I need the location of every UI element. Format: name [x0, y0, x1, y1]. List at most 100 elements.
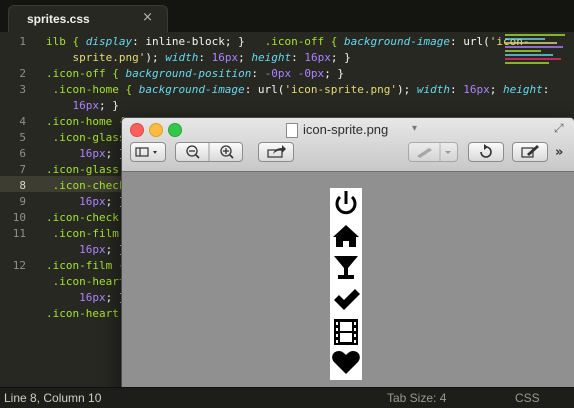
code-token: 16px: [304, 51, 331, 64]
line-number: 4: [19, 115, 26, 128]
code-token: );: [145, 51, 166, 64]
code-token: :: [450, 83, 464, 96]
view-mode-button[interactable]: [130, 142, 166, 162]
code-token: .icon-film {: [46, 259, 126, 272]
minimize-button[interactable]: [149, 123, 163, 137]
code-token: sprite.png': [46, 51, 146, 64]
code-token: 16px: [46, 243, 106, 256]
share-button[interactable]: [258, 142, 294, 162]
line-number: 9: [19, 195, 26, 208]
code-token: .icon-film {: [46, 227, 133, 240]
annotate-icon: [417, 143, 451, 161]
line-number: 1: [19, 35, 26, 48]
code-token: : url(: [450, 35, 490, 48]
code-line: 16px; }: [46, 242, 125, 258]
code-token: 'icon-sprite.png': [284, 83, 398, 96]
line-number: 7: [19, 163, 26, 176]
code-line: .icon-glass {: [46, 162, 132, 178]
line-number: 11: [12, 227, 26, 240]
minimap-line: [505, 42, 557, 44]
minimap-line: [505, 38, 545, 40]
code-token: ;: [238, 51, 252, 64]
code-token: .icon-off {: [257, 35, 345, 48]
tab-sprites-css[interactable]: sprites.css ×: [8, 5, 168, 32]
code-line: sprite.png'); width: 16px; height: 16px;…: [46, 50, 351, 66]
tab-size-indicator[interactable]: Tab Size: 4: [387, 391, 446, 405]
toolbar-overflow-icon[interactable]: »: [555, 145, 563, 160]
code-token: width: [165, 51, 199, 64]
code-token: 16px: [463, 83, 490, 96]
code-token: ; }: [330, 51, 351, 64]
zoom-button[interactable]: [168, 123, 182, 137]
code-token: .icon-heart {: [46, 307, 133, 320]
line-number: 10: [12, 211, 26, 224]
code-line: 16px; }: [46, 290, 125, 306]
markup-button[interactable]: [408, 142, 458, 162]
zoom-icons: [186, 143, 234, 161]
edit-button[interactable]: [512, 142, 548, 162]
glass-icon: [334, 256, 358, 279]
rotate-button[interactable]: [468, 142, 504, 162]
line-number: 5: [19, 131, 26, 144]
status-bar: Line 8, Column 10 Tab Size: 4 CSS: [0, 387, 574, 408]
code-token: inline-block; }: [145, 35, 258, 48]
code-line: .icon-heart {: [46, 306, 132, 322]
sidebar-view-icon: [135, 147, 157, 157]
syntax-indicator[interactable]: CSS: [515, 391, 540, 405]
home-icon: [333, 225, 359, 247]
code-token: background-image: [344, 35, 451, 48]
minimap-line: [505, 54, 553, 56]
line-number-gutter: 1 2 3 4 5 6 7 8 9 10 11 12: [0, 32, 40, 387]
code-token: 16px: [46, 99, 99, 112]
code-token: );: [397, 83, 417, 96]
minimap-line: [505, 58, 561, 60]
code-token: ; }: [324, 67, 345, 80]
code-token: width: [416, 83, 451, 96]
zoom-controls[interactable]: [175, 142, 243, 162]
code-line: 16px; }: [46, 146, 125, 162]
close-button[interactable]: [130, 123, 144, 137]
code-token: :: [198, 51, 212, 64]
rotate-icon: [480, 144, 492, 158]
code-token: ; }: [98, 99, 119, 112]
code-token: :: [291, 51, 305, 64]
code-token: .icon-glass {: [46, 163, 133, 176]
heart-icon: [332, 351, 360, 374]
fullscreen-icon[interactable]: ⤢: [554, 121, 564, 136]
minimap-line: [505, 62, 549, 64]
line-number-current: 8: [19, 179, 26, 192]
code-line: .icon-off { background-position: -0px -0…: [46, 66, 344, 82]
code-line: .icon-film {: [46, 258, 125, 274]
code-line: 16px; }: [46, 98, 119, 114]
window-title: icon-sprite.png: [303, 122, 389, 137]
code-line: .icon-home { background-image: url('icon…: [46, 82, 550, 98]
preview-window[interactable]: icon-sprite.png ▾ ⤢ »: [121, 117, 574, 397]
code-token: : url(: [244, 83, 285, 96]
minimap[interactable]: [505, 34, 569, 94]
edit-pencil-icon: [521, 145, 539, 158]
line-number: 6: [19, 147, 26, 160]
minimap-line: [505, 50, 541, 52]
preview-titlebar[interactable]: icon-sprite.png ▾ ⤢ »: [122, 118, 574, 172]
close-icon[interactable]: ×: [142, 10, 153, 25]
code-token: 16px: [46, 195, 106, 208]
code-token: .icon-check {: [46, 211, 133, 224]
code-token: 16px: [46, 291, 106, 304]
code-line: .icon-check {: [46, 210, 132, 226]
cursor-position: Line 8, Column 10: [4, 391, 102, 405]
code-token: background-position: [125, 67, 252, 80]
code-token: .icon-off {: [46, 67, 126, 80]
code-line: 16px; }: [46, 194, 125, 210]
line-number: 12: [12, 259, 26, 272]
power-icon: [335, 191, 357, 215]
tab-bar: sprites.css ×: [0, 0, 574, 32]
code-token: 16px: [46, 147, 106, 160]
code-token: :: [132, 35, 146, 48]
code-token: display: [85, 35, 133, 48]
code-token: background-image: [138, 83, 245, 96]
title-menu-arrow-icon[interactable]: ▾: [412, 123, 417, 134]
code-token: height: [251, 51, 292, 64]
check-icon: [334, 289, 360, 310]
code-line: ilb { display: inline-block; } .icon-off…: [46, 34, 530, 50]
line-number: 3: [19, 83, 26, 96]
